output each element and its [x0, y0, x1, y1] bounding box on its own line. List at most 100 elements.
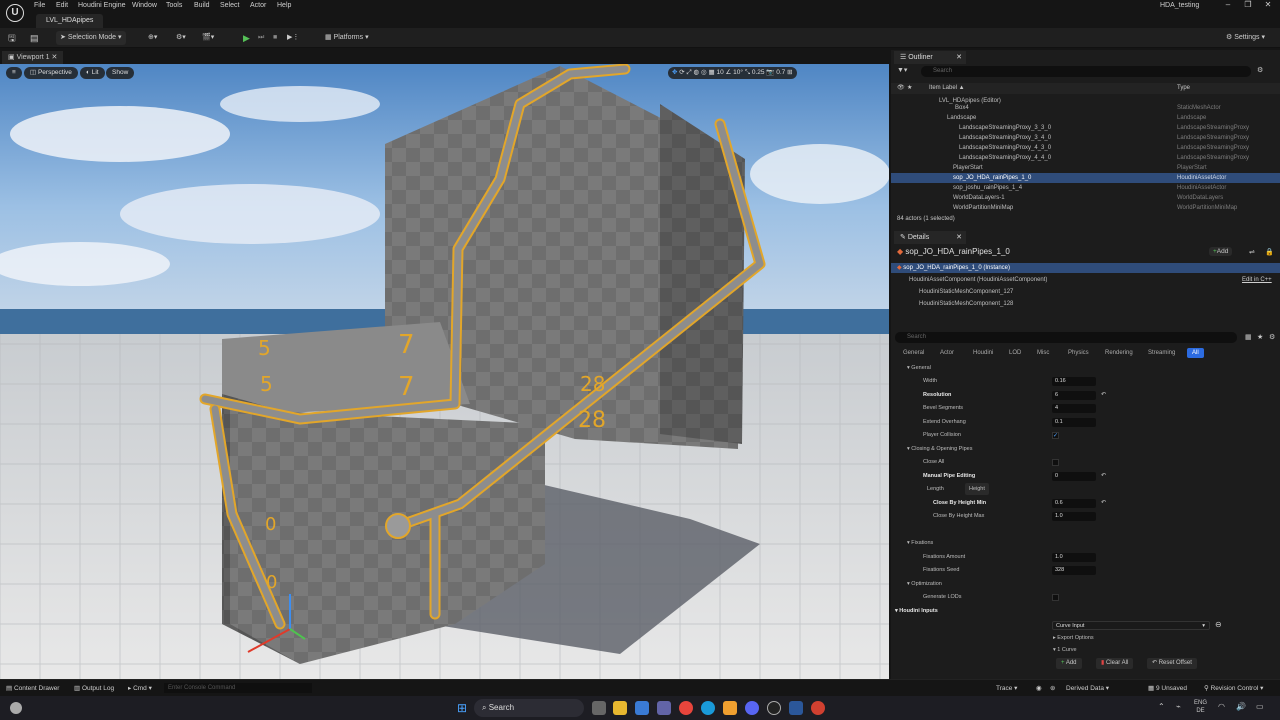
outliner-row[interactable]: Box4 StaticMeshActor	[891, 103, 1280, 113]
move-icon[interactable]: ✥	[672, 69, 677, 76]
battery-icon[interactable]: ▭	[1256, 702, 1264, 711]
add-component-button[interactable]: +Add	[1209, 247, 1233, 256]
menu-help[interactable]: Help	[277, 2, 291, 9]
camera-speed-value[interactable]: 0.7	[776, 69, 785, 76]
outliner-row[interactable]: LandscapeStreamingProxy_4_3_0 LandscapeSt…	[891, 143, 1280, 153]
resolution-field[interactable]: 6	[1052, 391, 1096, 400]
settings-button[interactable]: ⚙ Settings ▾	[1226, 31, 1265, 45]
grid-snap-icon[interactable]: ▦	[709, 69, 715, 76]
reset-icon[interactable]: ↶	[1101, 391, 1106, 398]
derived-data-icon[interactable]: ⊛	[1050, 684, 1055, 692]
edge-icon[interactable]	[701, 701, 715, 715]
viewport-transform-tools[interactable]: ✥ ⟳ ⤢ ◍ ◎ ▦ 10 ∠ 10° ⤡ 0.25 📷 0.7 ⊞	[668, 67, 797, 79]
menu-file[interactable]: File	[34, 2, 45, 9]
outliner-search-input[interactable]: Search	[921, 66, 1251, 77]
output-log-button[interactable]: ▥ Output Log	[74, 684, 114, 692]
close-height-max-field[interactable]: 1.0	[1052, 512, 1096, 521]
taskbar-search[interactable]: ⌕ Search	[474, 699, 584, 717]
close-icon[interactable]: ✕	[1258, 0, 1278, 12]
reset-icon[interactable]: ↶	[1101, 472, 1106, 479]
outliner-tab[interactable]: ☰ Outliner ✕	[894, 51, 966, 64]
level-viewport[interactable]: 5 7 5 7 28 28 0 0 ≡ ◫ Perspective ◐ Lit …	[0, 64, 889, 679]
obs-icon[interactable]	[811, 701, 825, 715]
section-fixations[interactable]: ▾ Fixations	[907, 537, 933, 549]
fixations-amount-field[interactable]: 1.0	[1052, 553, 1096, 562]
teams-icon[interactable]	[657, 701, 671, 715]
close-height-min-field[interactable]: 0.6	[1052, 499, 1096, 508]
input-type-dropdown[interactable]: Curve Input ▾	[1052, 621, 1210, 630]
reset-icon[interactable]: ↶	[1101, 499, 1106, 506]
save-icon[interactable]: 🖫	[8, 31, 16, 45]
maximize-icon[interactable]: ❐	[1238, 0, 1258, 12]
trace-dropdown[interactable]: Trace ▾	[996, 684, 1017, 692]
filter-tab-actor[interactable]: Actor	[940, 348, 954, 358]
component-row[interactable]: HoudiniStaticMeshComponent_127	[891, 287, 1280, 297]
menu-tools[interactable]: Tools	[166, 2, 182, 9]
outliner-row[interactable]: LandscapeStreamingProxy_3_3_0 LandscapeSt…	[891, 123, 1280, 133]
rotate-snap-icon[interactable]: ∠	[726, 69, 732, 76]
favorite-icon[interactable]: ★	[1257, 333, 1263, 341]
unreal-app-icon[interactable]	[767, 701, 781, 715]
lit-button[interactable]: ◐ Lit	[80, 67, 105, 79]
menu-select[interactable]: Select	[220, 2, 239, 9]
launch-icon[interactable]: ▶⋮	[287, 31, 299, 45]
length-tab[interactable]: Length	[927, 483, 944, 495]
close-icon[interactable]: ✕	[956, 51, 962, 64]
camera-speed-icon[interactable]: 📷	[766, 69, 774, 76]
export-options-toggle[interactable]: ▸ Export Options	[1053, 632, 1094, 644]
close-icon[interactable]: ✕	[956, 231, 962, 244]
player-collision-checkbox[interactable]: ✓	[1052, 432, 1059, 439]
scale-snap-value[interactable]: 0.25	[752, 69, 765, 76]
viewport-tab[interactable]: ▣ Viewport 1 ✕	[2, 51, 64, 64]
content-icon[interactable]: ▤	[30, 31, 39, 45]
outliner-settings-icon[interactable]: ⚙	[1257, 66, 1263, 74]
scale-icon[interactable]: ⤢	[687, 69, 692, 76]
generate-lods-checkbox[interactable]	[1052, 594, 1059, 601]
add-input-button[interactable]: + Add	[1056, 658, 1082, 669]
lock-icon[interactable]: 🔒	[1265, 248, 1274, 256]
close-all-checkbox[interactable]	[1052, 459, 1059, 466]
instance-row[interactable]: ◆ sop_JO_HDA_rainPipes_1_0 (Instance)	[891, 263, 1280, 273]
menu-edit[interactable]: Edit	[56, 2, 68, 9]
volume-icon[interactable]: 🔊	[1236, 702, 1246, 711]
unsaved-button[interactable]: ▦ 9 Unsaved	[1148, 684, 1187, 692]
minimize-icon[interactable]: –	[1218, 0, 1238, 12]
details-settings-icon[interactable]: ⚙	[1269, 333, 1275, 341]
chrome-icon[interactable]	[679, 701, 693, 715]
rotate-icon[interactable]: ⟳	[679, 69, 684, 76]
scale-snap-icon[interactable]: ⤡	[745, 69, 750, 76]
perspective-button[interactable]: ◫ Perspective	[24, 67, 78, 79]
maximize-viewport-icon[interactable]: ⊞	[787, 69, 792, 76]
filter-tab-rendering[interactable]: Rendering	[1105, 348, 1133, 358]
console-input[interactable]: Enter Console Command	[164, 683, 312, 693]
cmd-dropdown[interactable]: ▸ Cmd ▾	[128, 684, 152, 692]
widgets-icon[interactable]	[10, 702, 22, 714]
wifi-icon[interactable]: ◠	[1218, 702, 1225, 711]
edit-cpp-link[interactable]: Edit in C++	[1242, 275, 1272, 285]
column-item-label[interactable]: Item Label ▲	[929, 83, 965, 94]
stop-icon[interactable]: ■	[273, 31, 277, 45]
filter-tab-lod[interactable]: LOD	[1009, 348, 1021, 358]
discord-icon[interactable]	[745, 701, 759, 715]
component-row[interactable]: HoudiniStaticMeshComponent_128	[891, 299, 1280, 309]
unreal-logo-icon[interactable]: U	[6, 4, 24, 22]
filter-tab-houdini[interactable]: Houdini	[973, 348, 993, 358]
filter-tab-misc[interactable]: Misc	[1037, 348, 1049, 358]
store-icon[interactable]	[635, 701, 649, 715]
platforms-dropdown[interactable]: ▦ Platforms ▾	[325, 31, 369, 45]
filter-tab-streaming[interactable]: Streaming	[1148, 348, 1175, 358]
outliner-row[interactable]: LandscapeStreamingProxy_4_4_0 LandscapeSt…	[891, 153, 1280, 163]
details-tab[interactable]: ✎ Details ✕	[894, 231, 966, 244]
section-general[interactable]: ▾ General	[907, 362, 931, 374]
section-houdini-inputs[interactable]: ▾ Houdini Inputs	[895, 605, 938, 617]
blueprint-icon[interactable]: ⚙▾	[176, 31, 186, 45]
table-view-icon[interactable]: ▦	[1245, 333, 1252, 341]
viewport-menu-icon[interactable]: ≡	[6, 67, 22, 79]
outliner-row[interactable]: sop_joshu_rainPipes_1_4 HoudiniAssetActor	[891, 183, 1280, 193]
details-search-input[interactable]: Search	[895, 332, 1237, 343]
selection-mode-dropdown[interactable]: ➤ Selection Mode ▾	[56, 31, 126, 45]
surface-snap-icon[interactable]: ◎	[701, 69, 707, 76]
fixations-seed-field[interactable]: 328	[1052, 566, 1096, 575]
grid-snap-value[interactable]: 10	[716, 69, 723, 76]
height-tab[interactable]: Height	[965, 483, 989, 495]
